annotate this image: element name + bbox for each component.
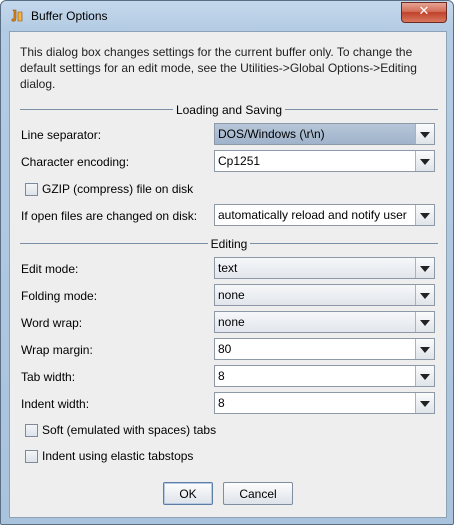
close-button[interactable]: ✕ (401, 2, 447, 23)
chevron-down-icon[interactable] (415, 124, 434, 144)
close-icon: ✕ (418, 4, 430, 19)
checkbox-box[interactable] (25, 424, 38, 437)
chevron-down-icon[interactable] (415, 285, 434, 305)
gzip-label: GZIP (compress) file on disk (42, 182, 194, 196)
tab-width-value: 8 (218, 369, 225, 383)
chevron-down-icon[interactable] (415, 339, 434, 359)
checkbox-box[interactable] (25, 450, 38, 463)
indent-width-combo[interactable]: 8 (214, 392, 435, 414)
jedit-app-icon (10, 9, 24, 23)
dialog-content: This dialog box changes settings for the… (9, 31, 447, 518)
tab-width-label: Tab width: (21, 370, 76, 384)
dialog-window: Buffer Options ✕ This dialog box changes… (0, 0, 454, 525)
line-separator-value: DOS/Windows (\r\n) (218, 127, 325, 141)
edit-mode-value: text (218, 261, 238, 275)
title-bar[interactable]: Buffer Options ✕ (1, 1, 453, 31)
word-wrap-combo[interactable]: none (214, 311, 435, 333)
cancel-button[interactable]: Cancel (223, 482, 293, 505)
word-wrap-value: none (218, 315, 245, 329)
ok-button[interactable]: OK (163, 482, 213, 505)
edit-mode-combo[interactable]: text (214, 257, 435, 279)
window-title: Buffer Options (31, 9, 108, 23)
chevron-down-icon[interactable] (415, 205, 434, 225)
chevron-down-icon[interactable] (415, 366, 434, 386)
edit-mode-label: Edit mode: (21, 262, 79, 276)
chevron-down-icon[interactable] (415, 258, 434, 278)
indent-width-label: Indent width: (21, 397, 90, 411)
section-heading: Editing (207, 237, 251, 251)
folding-mode-value: none (218, 288, 245, 302)
line-separator-combo[interactable]: DOS/Windows (\r\n) (214, 123, 435, 145)
chevron-down-icon[interactable] (415, 312, 434, 332)
checkbox-box[interactable] (25, 183, 38, 196)
character-encoding-label: Character encoding: (21, 155, 130, 169)
open-files-changed-value: automatically reload and notify user (218, 208, 407, 222)
chevron-down-icon[interactable] (415, 151, 434, 171)
soft-tabs-label: Soft (emulated with spaces) tabs (42, 423, 217, 437)
word-wrap-label: Word wrap: (21, 316, 83, 330)
open-files-changed-label: If open files are changed on disk: (21, 209, 198, 223)
wrap-margin-label: Wrap margin: (21, 343, 93, 357)
description-text: This dialog box changes settings for the… (20, 45, 417, 91)
line-separator-label: Line separator: (21, 128, 102, 142)
chevron-down-icon[interactable] (415, 393, 434, 413)
folding-mode-combo[interactable]: none (214, 284, 435, 306)
indent-width-value: 8 (218, 396, 225, 410)
character-encoding-value: Cp1251 (218, 154, 261, 168)
section-heading: Loading and Saving (172, 103, 286, 117)
wrap-margin-value: 80 (218, 342, 232, 356)
tab-width-combo[interactable]: 8 (214, 365, 435, 387)
section-loading-saving: Loading and Saving (20, 103, 438, 117)
open-files-changed-combo[interactable]: automatically reload and notify user (214, 204, 435, 226)
elastic-tabstops-label: Indent using elastic tabstops (42, 449, 194, 463)
character-encoding-combo[interactable]: Cp1251 (214, 150, 435, 172)
section-editing: Editing (20, 237, 438, 251)
wrap-margin-combo[interactable]: 80 (214, 338, 435, 360)
folding-mode-label: Folding mode: (21, 289, 98, 303)
